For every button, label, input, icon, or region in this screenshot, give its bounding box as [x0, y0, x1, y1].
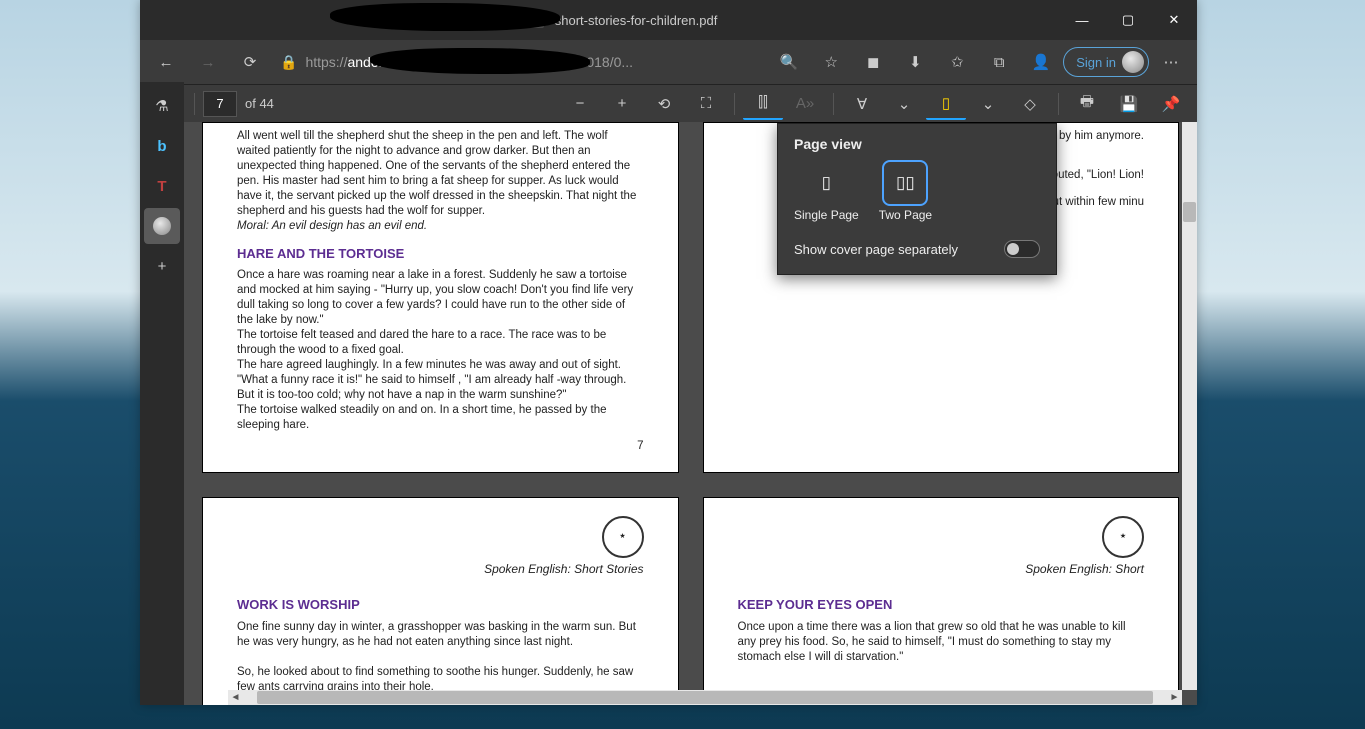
- redaction-mark: [370, 48, 590, 74]
- refresh-button[interactable]: ⟳: [230, 44, 270, 80]
- page-number: 7: [237, 439, 644, 454]
- avatar-thumb-icon: [153, 217, 171, 235]
- page-view-popover: Page view ▯ Single Page ▯▯ Two Page Show…: [777, 123, 1057, 275]
- body-text: One fine sunny day in winter, a grasshop…: [237, 620, 644, 650]
- pdf-page: ★ Spoken English: Short Stories WORK IS …: [202, 497, 679, 705]
- body-text: The tortoise felt teased and dared the h…: [237, 328, 644, 358]
- body-text: Once upon a time there was a lion that g…: [738, 620, 1145, 665]
- story-heading: KEEP YOUR EYES OPEN: [738, 597, 1145, 614]
- collections-button[interactable]: ⧉: [979, 44, 1019, 80]
- fit-page-button[interactable]: ⛶: [686, 88, 726, 120]
- favorite-star-button[interactable]: ☆: [811, 44, 851, 80]
- single-page-icon: ▯: [822, 173, 831, 193]
- lock-icon: 🔒: [280, 54, 297, 71]
- pdf-page: ★ Spoken English: Short KEEP YOUR EYES O…: [703, 497, 1180, 705]
- seal-icon: ★: [602, 516, 644, 558]
- read-aloud-button[interactable]: A»: [785, 88, 825, 120]
- scroll-left-icon[interactable]: ◄: [228, 692, 243, 703]
- highlight-more-button[interactable]: ⌄: [968, 88, 1008, 120]
- zoom-in-button[interactable]: +: [602, 88, 642, 120]
- seal-icon: ★: [1102, 516, 1144, 558]
- running-header: Spoken English: Short Stories: [237, 562, 644, 578]
- running-header: Spoken English: Short: [738, 562, 1145, 578]
- extension-button[interactable]: ◼: [853, 44, 893, 80]
- tab-title: *short-stories-for-children.pdf: [550, 13, 718, 28]
- downloads-button[interactable]: ⬇: [895, 44, 935, 80]
- sidebar-avatar[interactable]: [144, 208, 180, 244]
- minimize-button[interactable]: —: [1059, 0, 1105, 40]
- forward-button[interactable]: →: [188, 44, 228, 80]
- erase-button[interactable]: ◇: [1010, 88, 1050, 120]
- draw-more-button[interactable]: ⌄: [884, 88, 924, 120]
- story-heading: WORK IS WORSHIP: [237, 597, 644, 614]
- highlight-button[interactable]: ▯: [926, 88, 966, 120]
- cover-separately-toggle[interactable]: [1004, 240, 1040, 258]
- signin-button[interactable]: Sign in: [1063, 47, 1149, 77]
- sidebar-flask[interactable]: ⚗: [144, 88, 180, 124]
- cover-separately-label: Show cover page separately: [794, 242, 958, 257]
- body-text: All went well till the shepherd shut the…: [237, 129, 644, 219]
- side-panel: ⚗ b T +: [140, 82, 184, 705]
- body-text: "What a funny race it is!" he said to hi…: [237, 373, 644, 403]
- more-button[interactable]: ⋯: [1151, 44, 1191, 80]
- maximize-button[interactable]: ▢: [1105, 0, 1151, 40]
- pdf-viewport: All went well till the shepherd shut the…: [184, 122, 1197, 705]
- scrollbar-thumb[interactable]: [257, 691, 1153, 704]
- navbar: ← → ⟳ 🔒 https://andonovicmilica.files.wo…: [140, 40, 1197, 84]
- find-button[interactable]: 🔍: [769, 44, 809, 80]
- favorites-button[interactable]: ✩: [937, 44, 977, 80]
- save-button[interactable]: 💾: [1109, 88, 1149, 120]
- body-text: Moral: An evil design has an evil end.: [237, 219, 644, 234]
- two-page-option[interactable]: ▯▯ Two Page: [879, 166, 932, 222]
- body-text: Once a hare was roaming near a lake in a…: [237, 268, 644, 328]
- sidebar-bing[interactable]: b: [144, 128, 180, 164]
- pdf-page: All went well till the shepherd shut the…: [202, 122, 679, 473]
- scrollbar-thumb[interactable]: [1183, 202, 1196, 222]
- pin-toolbar-button[interactable]: 📌: [1151, 88, 1191, 120]
- url-protocol: https://: [305, 54, 347, 70]
- vertical-scrollbar[interactable]: [1182, 122, 1197, 690]
- avatar-icon: [1122, 51, 1144, 73]
- browser-window: *short-stories-for-children.pdf — ▢ ✕ ← …: [140, 0, 1197, 705]
- page-view-button[interactable]: ⫿⫿: [743, 88, 783, 120]
- horizontal-scrollbar[interactable]: ◄ ►: [228, 690, 1182, 705]
- body-text: The tortoise walked steadily on and on. …: [237, 403, 644, 433]
- page-number-input[interactable]: [203, 91, 237, 117]
- sidebar-translate[interactable]: T: [144, 168, 180, 204]
- sidebar-add[interactable]: +: [144, 248, 180, 284]
- story-heading: HARE AND THE TORTOISE: [237, 246, 644, 263]
- popover-title: Page view: [794, 136, 1040, 152]
- back-button[interactable]: ←: [146, 44, 186, 80]
- redaction-mark: [330, 3, 560, 31]
- titlebar: *short-stories-for-children.pdf — ▢ ✕: [140, 0, 1197, 40]
- draw-button[interactable]: ∀: [842, 88, 882, 120]
- body-text: The hare agreed laughingly. In a few min…: [237, 358, 644, 373]
- profile-button[interactable]: 👤: [1021, 44, 1061, 80]
- scroll-right-icon[interactable]: ►: [1167, 692, 1182, 703]
- zoom-out-button[interactable]: −: [560, 88, 600, 120]
- rotate-button[interactable]: ⟲: [644, 88, 684, 120]
- page-total-label: of 44: [239, 96, 274, 111]
- single-page-option[interactable]: ▯ Single Page: [794, 166, 859, 222]
- print-button[interactable]: 🖶: [1067, 88, 1107, 120]
- two-page-icon: ▯▯: [896, 173, 915, 193]
- pdf-toolbar: ▤ of 44 − + ⟲ ⛶ ⫿⫿ A» ∀ ⌄ ▯ ⌄ ◇ 🖶 💾 📌: [140, 84, 1197, 122]
- close-button[interactable]: ✕: [1151, 0, 1197, 40]
